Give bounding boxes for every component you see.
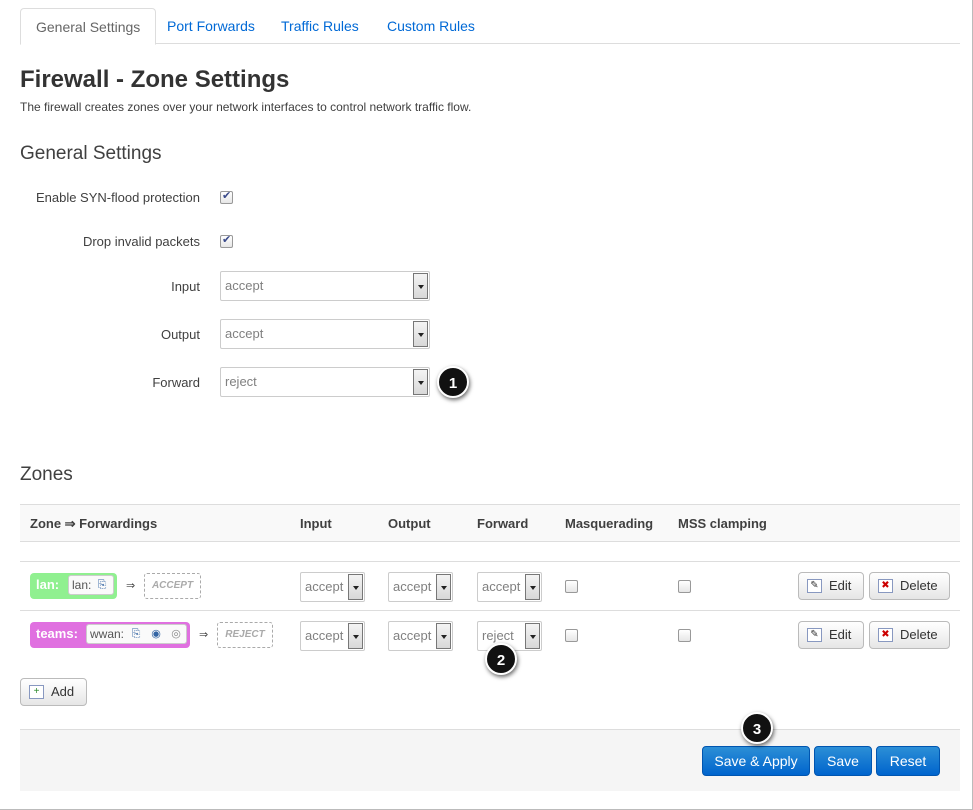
delete-button[interactable]: ✖ Delete [869,621,950,649]
zone-name: lan: [36,577,60,592]
interface-label: wwan: [90,627,125,641]
add-label: Add [51,684,75,699]
mss-clamping-checkbox[interactable] [678,580,691,593]
col-mss-clamping: MSS clamping [678,516,767,531]
form-footer: Save & Apply Save Reset [20,729,960,791]
edit-button[interactable]: ✎ Edit [798,572,864,600]
chevron-down-icon [436,623,451,649]
tab-bar: General Settings Port Forwards Traffic R… [20,8,960,45]
zone-input-value: accept [305,628,344,643]
zone-name: teams: [36,626,78,641]
delete-icon: ✖ [878,628,893,642]
chevron-down-icon [413,273,428,299]
page-frame [0,0,973,810]
edit-button[interactable]: ✎ Edit [798,621,864,649]
syn-flood-checkbox[interactable] [220,189,233,204]
col-output: Output [388,516,431,531]
chevron-down-icon [348,574,363,600]
add-icon: + [29,685,44,699]
drop-invalid-label: Drop invalid packets [82,234,200,249]
tab-traffic-rules[interactable]: Traffic Rules [266,8,374,44]
general-settings-heading: General Settings [20,143,162,164]
zone-output-select[interactable]: accept [388,572,453,602]
input-policy-value: accept [225,278,264,293]
forward-target: REJECT [217,622,273,648]
forward-arrow: ⇒ [199,629,209,641]
forward-target: ACCEPT [144,573,201,599]
delete-label: Delete [900,627,938,642]
wireless-icon: ◉ [151,628,161,640]
callout-badge-2: 2 [485,643,517,675]
mss-clamping-checkbox[interactable] [678,629,691,642]
zones-heading: Zones [20,464,73,485]
add-button[interactable]: + Add [20,678,87,706]
zone-output-select[interactable]: accept [388,621,453,651]
save-apply-button[interactable]: Save & Apply [702,746,810,776]
drop-invalid-checkbox[interactable] [220,233,233,248]
col-forward: Forward [477,516,529,531]
masquerading-checkbox[interactable] [565,629,578,642]
chevron-down-icon [413,321,428,347]
zone-output-value: accept [393,579,432,594]
page-title: Firewall - Zone Settings [20,66,290,93]
zone-forward-value: reject [482,628,514,643]
interface-label: lan: [72,578,92,592]
chevron-down-icon [525,574,540,600]
edit-label: Edit [829,627,852,642]
edit-icon: ✎ [807,579,822,593]
output-policy-label: Output [160,327,200,342]
forward-policy-select[interactable]: reject [220,367,430,397]
zone-input-value: accept [305,579,344,594]
output-policy-select[interactable]: accept [220,319,430,349]
input-policy-select[interactable]: accept [220,271,430,301]
table-row: lan: lan: ⎘ ⇒ ACCEPT accept accept accep… [20,561,960,611]
tab-general-settings[interactable]: General Settings [20,8,157,45]
forward-policy-label: Forward [152,375,200,390]
forward-policy-value: reject [225,374,257,389]
tab-port-forwards[interactable]: Port Forwards [152,8,270,44]
reset-button[interactable]: Reset [876,746,940,776]
chevron-down-icon [525,623,540,649]
tab-custom-rules[interactable]: Custom Rules [372,8,490,44]
zone-interfaces: wwan: ⎘ ◉ ◎ [86,624,187,644]
page-description: The firewall creates zones over your net… [20,100,472,114]
output-policy-value: accept [225,326,264,341]
zone-input-select[interactable]: accept [300,572,365,602]
input-policy-label: Input [171,279,200,294]
edit-icon: ✎ [807,628,822,642]
zones-table-header: Zone ⇒ Forwardings Input Output Forward … [20,504,960,542]
zone-forward-value: accept [482,579,521,594]
zone-interfaces: lan: ⎘ [68,575,114,595]
syn-flood-label: Enable SYN-flood protection [35,190,200,205]
wireless-disabled-icon: ◎ [171,628,181,640]
delete-button[interactable]: ✖ Delete [869,572,950,600]
save-button[interactable]: Save [814,746,872,776]
chevron-down-icon [348,623,363,649]
zone-input-select[interactable]: accept [300,621,365,651]
delete-icon: ✖ [878,579,893,593]
ethernet-icon: ⎘ [131,628,141,640]
callout-badge-3: 3 [741,712,773,744]
chevron-down-icon [413,369,428,395]
col-input: Input [300,516,332,531]
callout-badge-1: 1 [437,366,469,398]
delete-label: Delete [900,578,938,593]
zone-forward-select[interactable]: accept [477,572,542,602]
zone-badge-lan: lan: lan: ⎘ [30,573,117,599]
col-masquerading: Masquerading [565,516,654,531]
zone-output-value: accept [393,628,432,643]
ethernet-icon: ⎘ [97,579,107,591]
masquerading-checkbox[interactable] [565,580,578,593]
edit-label: Edit [829,578,852,593]
zone-badge-teams: teams: wwan: ⎘ ◉ ◎ [30,622,190,648]
col-zone-forwardings: Zone ⇒ Forwardings [30,516,158,531]
forward-arrow: ⇒ [126,580,136,592]
chevron-down-icon [436,574,451,600]
